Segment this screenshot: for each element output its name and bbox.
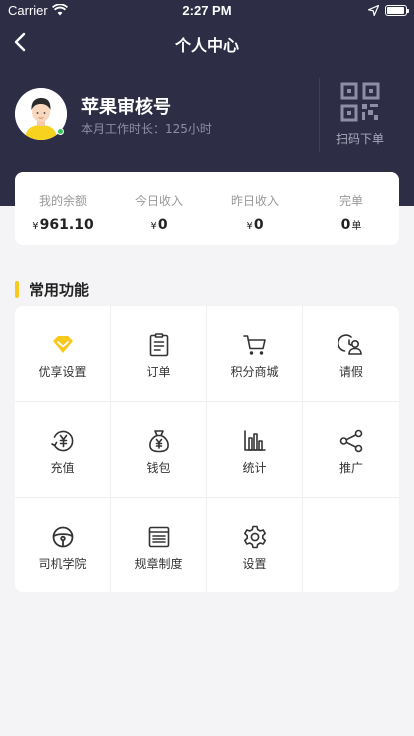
stat-label: 完单 <box>338 194 363 208</box>
online-status-dot <box>57 128 64 135</box>
currency-symbol: ¥ <box>32 221 39 232</box>
function-label: 推广 <box>338 461 363 475</box>
function-grid: 优享设置 订单 积分商城 请假 充值 钱包 统计 推广 司机学院 规章制度 设置 <box>15 306 399 592</box>
function-premium-settings[interactable]: 优享设置 <box>15 306 111 402</box>
scan-order-label: 扫码下单 <box>335 132 384 146</box>
stat-number: 0 <box>253 217 264 233</box>
battery-icon <box>385 5 409 16</box>
function-label: 规章制度 <box>134 557 183 571</box>
function-settings[interactable]: 设置 <box>207 498 303 592</box>
work-time-row: 本月工作时长：125小时 <box>81 120 212 137</box>
stat-label: 昨日收入 <box>230 194 279 208</box>
stat-today-income[interactable]: 今日收入 ¥0 <box>111 172 207 245</box>
section-accent-bar <box>15 281 19 298</box>
scan-order-button[interactable]: 扫码下单 <box>320 78 414 152</box>
function-statistics[interactable]: 统计 <box>207 402 303 498</box>
bar-chart-icon <box>244 430 266 451</box>
function-driver-academy[interactable]: 司机学院 <box>15 498 111 592</box>
function-orders[interactable]: 订单 <box>111 306 207 402</box>
function-label: 请假 <box>338 365 363 379</box>
function-label: 优享设置 <box>38 365 87 379</box>
stats-card: 我的余额 ¥961.10 今日收入 ¥0 昨日收入 ¥0 完单 0单 <box>15 172 399 245</box>
document-list-icon <box>148 526 170 548</box>
clipboard-icon <box>149 333 169 357</box>
function-label: 司机学院 <box>38 557 87 571</box>
function-regulations[interactable]: 规章制度 <box>111 498 207 592</box>
function-label: 统计 <box>242 461 267 475</box>
diamond-icon <box>53 336 73 353</box>
function-promotion[interactable]: 推广 <box>303 402 399 498</box>
stat-number: 0 <box>340 217 351 233</box>
empty-grid-cell <box>303 498 399 592</box>
function-recharge[interactable]: 充值 <box>15 402 111 498</box>
stat-number: 0 <box>157 217 168 233</box>
function-points-mall[interactable]: 积分商城 <box>207 306 303 402</box>
stat-value: ¥0 <box>207 217 303 233</box>
function-wallet[interactable]: 钱包 <box>111 402 207 498</box>
stat-unit: 单 <box>351 221 362 232</box>
status-bar: Carrier 2:27 PM <box>0 0 414 22</box>
currency-symbol: ¥ <box>246 221 253 232</box>
function-label: 充值 <box>50 461 75 475</box>
section-title: 常用功能 <box>29 281 90 299</box>
currency-symbol: ¥ <box>150 221 157 232</box>
steering-wheel-icon <box>52 526 74 548</box>
stat-yesterday-income[interactable]: 昨日收入 ¥0 <box>207 172 303 245</box>
stat-completed-orders[interactable]: 完单 0单 <box>303 172 399 245</box>
stat-number: 961.10 <box>39 217 94 233</box>
stat-label: 我的余额 <box>38 194 87 208</box>
page-title: 个人中心 <box>174 36 239 55</box>
work-time-label: 本月工作时长： <box>81 122 166 136</box>
qr-code-icon <box>340 82 380 126</box>
location-arrow-icon <box>367 4 380 20</box>
stat-value: 0单 <box>303 217 399 233</box>
stat-value: ¥961.10 <box>15 217 111 233</box>
stat-label: 今日收入 <box>134 194 183 208</box>
function-label: 积分商城 <box>230 365 279 379</box>
share-icon <box>339 429 363 453</box>
money-bag-icon <box>149 430 169 453</box>
clock: 2:27 PM <box>182 3 232 18</box>
user-name: 苹果审核号 <box>81 97 171 118</box>
gear-icon <box>244 525 266 549</box>
function-label: 订单 <box>146 365 171 379</box>
recharge-icon <box>51 430 74 452</box>
function-leave[interactable]: 请假 <box>303 306 399 402</box>
function-label: 钱包 <box>146 461 171 475</box>
cart-icon <box>243 335 266 355</box>
stat-value: ¥0 <box>111 217 207 233</box>
work-time-value: 125小时 <box>165 122 212 136</box>
stat-balance[interactable]: 我的余额 ¥961.10 <box>15 172 111 245</box>
leave-person-icon <box>338 334 362 355</box>
function-label: 设置 <box>242 557 267 571</box>
